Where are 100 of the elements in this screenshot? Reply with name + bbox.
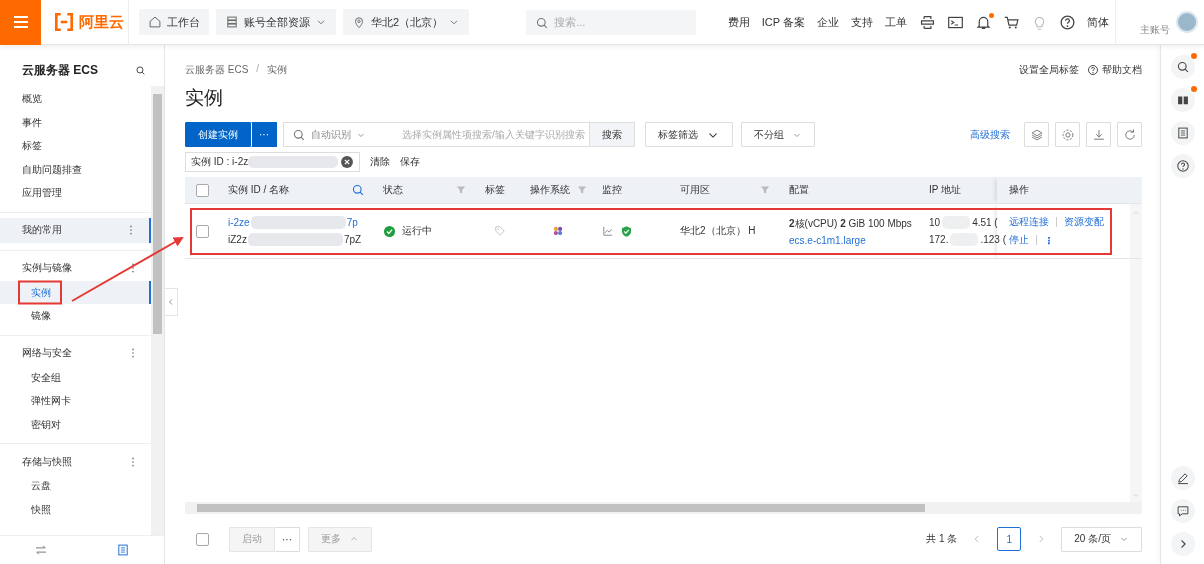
home-icon <box>148 15 162 29</box>
shield-icon[interactable] <box>620 224 633 238</box>
sidebar-item[interactable]: 自助问题排查 <box>0 157 151 181</box>
header-link[interactable]: 设置全局标签 <box>1019 63 1079 77</box>
sidebar-group[interactable]: 网络与安全 <box>0 340 151 366</box>
os-logo-icon <box>551 224 565 238</box>
checkbox[interactable] <box>196 224 209 238</box>
account-name[interactable]: 主账号 <box>1140 23 1170 37</box>
search-mode-dropdown[interactable]: 自动识别 <box>311 128 351 142</box>
more-button[interactable]: ··· <box>251 122 277 147</box>
document-icon[interactable] <box>116 543 130 557</box>
sidebar-group[interactable]: 实例与镜像 <box>0 255 151 281</box>
filter-icon[interactable] <box>576 184 588 196</box>
checkbox[interactable] <box>196 183 209 197</box>
list-icon <box>225 15 239 29</box>
edit-button[interactable] <box>1170 466 1195 490</box>
save-link[interactable]: 保存 <box>400 155 421 169</box>
clear-icon[interactable] <box>340 155 355 169</box>
sidebar-item[interactable]: 镜像 <box>0 304 151 328</box>
instance-id-link[interactable]: i-2ze <box>228 217 250 228</box>
status-text: 运行中 <box>402 224 432 238</box>
help-link[interactable]: 帮助文档 <box>1087 63 1142 77</box>
sidebar-item[interactable]: 弹性网卡 <box>0 389 151 413</box>
nav-link[interactable]: 费用 <box>727 14 750 30</box>
scrollbar[interactable] <box>151 86 164 535</box>
search-icon[interactable] <box>135 65 146 76</box>
chat-button[interactable] <box>1170 499 1195 523</box>
sidebar-group[interactable]: 我的常用 <box>0 217 151 243</box>
settings-button[interactable] <box>1055 122 1080 147</box>
layers-button[interactable] <box>1024 122 1049 147</box>
create-button[interactable]: 创建实例 <box>185 122 251 147</box>
collapse-handle[interactable] <box>165 288 178 316</box>
download-button[interactable] <box>1086 122 1111 147</box>
sidebar-item[interactable]: 快照 <box>0 497 151 521</box>
chart-icon[interactable] <box>602 225 614 237</box>
chevron-right-button[interactable] <box>1170 532 1195 556</box>
pin-icon <box>352 15 366 29</box>
nav-link[interactable]: ICP 备案 <box>761 14 805 30</box>
horizontal-scrollbar[interactable] <box>185 502 1142 514</box>
column-header: IP 地址 <box>929 183 962 197</box>
action-link[interactable]: 资源变配 <box>1064 215 1104 229</box>
sidebar-item[interactable]: 应用管理 <box>0 181 151 205</box>
menu-button[interactable] <box>0 0 41 45</box>
sidebar-item[interactable]: 密钥对 <box>0 412 151 436</box>
nav-dropdown[interactable]: 账号全部资源 <box>216 9 336 35</box>
breadcrumb-link[interactable]: 云服务器 ECS <box>185 63 249 77</box>
search-field[interactable]: 搜索... <box>526 9 697 35</box>
nav-link[interactable]: 工单 <box>885 14 907 30</box>
chat-icon <box>1175 504 1190 518</box>
action-link[interactable]: 停止 <box>1009 233 1029 247</box>
instance-name: 7pZ <box>343 234 362 245</box>
breadcrumb-link[interactable]: 实例 <box>267 63 288 77</box>
refresh-button[interactable] <box>1117 122 1142 147</box>
search-button[interactable]: 搜索 <box>590 122 635 147</box>
tag-icon[interactable] <box>493 225 506 237</box>
column-header: 监控 <box>602 183 622 197</box>
ip-text: .123 ( <box>980 234 1007 245</box>
swap-icon[interactable] <box>34 543 48 557</box>
action-link[interactable]: 远程连接 <box>1009 215 1049 229</box>
vertical-scrollbar[interactable] <box>1130 204 1142 258</box>
instance-type-link[interactable]: ecs.e-c1m1.large <box>789 234 866 246</box>
filter-tag[interactable]: 实例 ID : i-2z <box>185 152 361 172</box>
more-button[interactable]: ··· <box>275 526 300 552</box>
page-size-dropdown[interactable]: 20 条/页 <box>1061 526 1142 552</box>
clear-link[interactable]: 清除 <box>370 155 391 169</box>
column-header: 实例 ID / 名称 <box>228 183 290 197</box>
book-button[interactable] <box>1170 88 1195 112</box>
sidebar-group[interactable]: 存储与快照 <box>0 449 151 474</box>
sidebar-item[interactable]: 实例 <box>0 280 151 304</box>
avatar[interactable] <box>1176 11 1198 33</box>
document-button[interactable] <box>1170 121 1195 145</box>
help-button[interactable] <box>1170 154 1195 178</box>
sidebar-item[interactable]: 事件 <box>0 110 151 134</box>
instance-name: iZ2z <box>228 234 247 245</box>
nav-link[interactable]: 支持 <box>851 14 873 30</box>
page-button[interactable]: 1 <box>997 527 1022 551</box>
group-dropdown[interactable]: 不分组 <box>741 122 815 147</box>
more-actions-link[interactable]: ⋮ <box>1044 234 1054 246</box>
search-icon[interactable] <box>351 183 365 197</box>
filter-icon[interactable] <box>759 184 771 196</box>
nav-dropdown[interactable]: 工作台 <box>139 9 209 35</box>
language-link[interactable]: 简体 <box>1087 14 1109 30</box>
ip-text: 172. <box>929 234 949 245</box>
nav-link[interactable]: 企业 <box>817 14 839 30</box>
sidebar-item[interactable]: 云盘 <box>0 474 151 498</box>
tag-filter-dropdown[interactable]: 标签筛选 <box>645 122 733 147</box>
column-header: 操作 <box>1009 183 1029 197</box>
checkbox[interactable] <box>196 532 209 546</box>
advanced-search-link[interactable]: 高级搜索 <box>970 127 1010 142</box>
nav-dropdown[interactable]: 华北2（北京） <box>343 9 470 35</box>
instance-id-link[interactable]: 7p <box>346 217 358 228</box>
search-button[interactable] <box>1170 55 1195 79</box>
sidebar-item[interactable]: 标签 <box>0 134 151 158</box>
highlight-frame <box>18 280 62 305</box>
help-icon[interactable] <box>1059 13 1076 31</box>
sidebar-item[interactable]: 概览 <box>0 87 151 111</box>
filter-icon[interactable] <box>455 184 467 196</box>
sidebar-item[interactable]: 安全组 <box>0 365 151 389</box>
column-header: 操作系统 <box>530 183 570 197</box>
config-text: 2核(vCPU) 2 GiB 100 Mbps <box>789 216 912 231</box>
